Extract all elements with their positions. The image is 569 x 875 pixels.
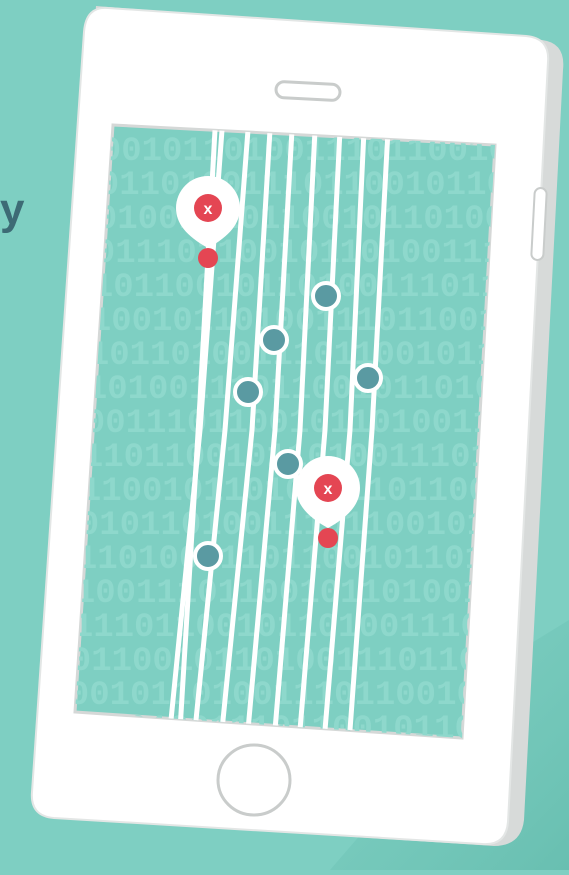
route-dot xyxy=(233,377,263,407)
route-dot xyxy=(193,541,223,571)
route-dot xyxy=(311,281,341,311)
pin-top-glyph: x xyxy=(204,201,213,218)
route-dot xyxy=(353,363,383,393)
pin-bottom-glyph: x xyxy=(324,481,333,498)
phone-illustration: 1100101101001110110010110101011010011101… xyxy=(30,6,569,870)
speaker-slot-icon xyxy=(274,80,342,102)
route-dot xyxy=(273,449,303,479)
home-button-icon[interactable] xyxy=(216,743,292,817)
illustration-scene: y 11001011010011101100101101 010110100111… xyxy=(0,0,569,870)
route-dot xyxy=(259,325,289,355)
side-button-icon[interactable] xyxy=(530,187,548,261)
partial-heading-text: y xyxy=(0,185,25,234)
